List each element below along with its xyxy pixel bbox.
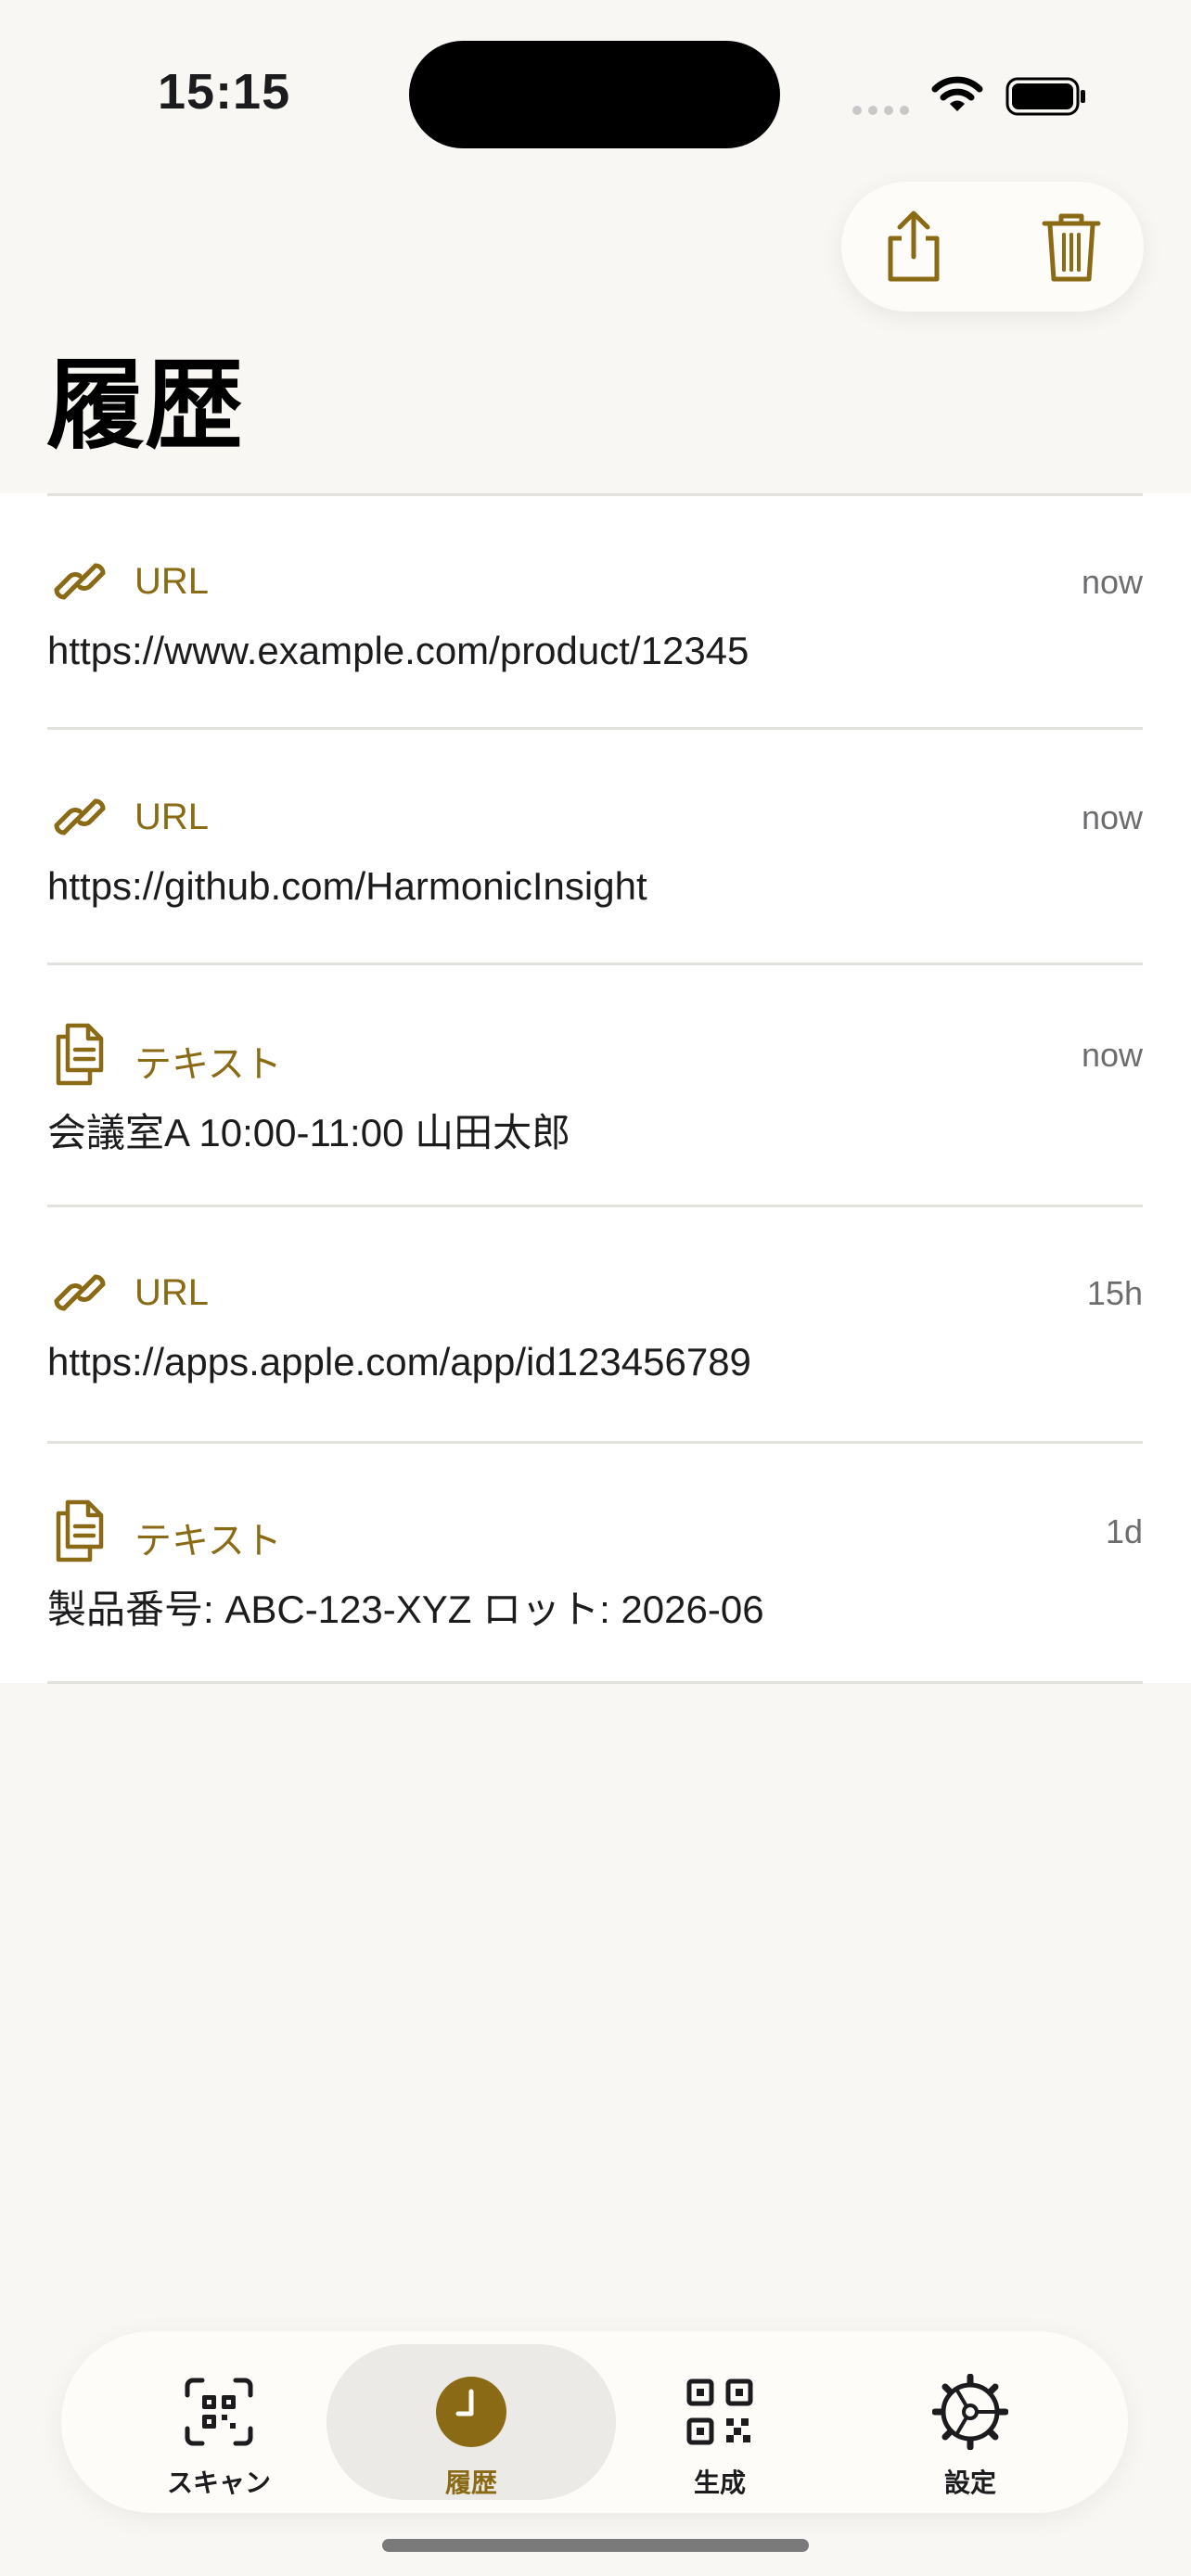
item-type-label: テキスト xyxy=(134,1521,282,1562)
history-item[interactable]: テキスト 1d 製品番号: ABC-123-XYZ ロット: 2026-06 xyxy=(0,1498,1191,1674)
tab-label: 履歴 xyxy=(444,2468,497,2497)
wifi-icon xyxy=(931,76,983,120)
document-icon xyxy=(46,1498,113,1564)
item-content: https://apps.apple.com/app/id123456789 xyxy=(47,1340,751,1384)
nav-toolbar xyxy=(841,182,1144,312)
divider xyxy=(47,1441,1143,1444)
divider xyxy=(47,963,1143,965)
history-item[interactable]: URL 15h https://apps.apple.com/app/id123… xyxy=(0,1259,1191,1435)
history-list: URL now https://www.example.com/product/… xyxy=(0,493,1191,1684)
divider xyxy=(47,1681,1143,1684)
link-icon xyxy=(46,784,113,850)
cellular-signal-icon xyxy=(852,103,916,120)
clock-icon xyxy=(431,2372,511,2452)
document-icon xyxy=(46,1021,113,1088)
divider xyxy=(47,727,1143,730)
item-content: 製品番号: ABC-123-XYZ ロット: 2026-06 xyxy=(47,1588,764,1631)
tab-settings[interactable]: 設定 xyxy=(850,2344,1091,2500)
divider xyxy=(47,493,1143,496)
item-type-label: URL xyxy=(134,561,210,602)
dynamic-island xyxy=(409,41,780,148)
item-timestamp: now xyxy=(1081,563,1143,601)
history-item[interactable]: テキスト now 会議室A 10:00-11:00 山田太郎 xyxy=(0,1021,1191,1197)
item-timestamp: now xyxy=(1081,1036,1143,1074)
item-type-label: テキスト xyxy=(134,1044,282,1085)
delete-all-button[interactable] xyxy=(1025,200,1118,293)
battery-icon xyxy=(1005,76,1089,121)
qr-code-icon xyxy=(680,2372,760,2452)
gear-icon xyxy=(930,2372,1010,2452)
item-content: 会議室A 10:00-11:00 山田太郎 xyxy=(47,1111,571,1154)
page-title: 履歴 xyxy=(46,351,243,461)
tab-label: 設定 xyxy=(943,2468,996,2497)
item-timestamp: now xyxy=(1081,798,1143,836)
trash-icon xyxy=(1042,213,1101,282)
history-item[interactable]: URL now https://www.example.com/product/… xyxy=(0,548,1191,724)
item-timestamp: 1d xyxy=(1105,1512,1143,1550)
tab-label: スキャン xyxy=(166,2468,271,2497)
item-timestamp: 15h xyxy=(1086,1274,1143,1312)
tab-generate[interactable]: 生成 xyxy=(599,2344,840,2500)
share-button[interactable] xyxy=(867,200,960,293)
home-indicator[interactable] xyxy=(382,2539,809,2552)
qr-scan-icon xyxy=(179,2372,259,2452)
link-icon xyxy=(46,548,113,615)
item-type-label: URL xyxy=(134,1272,210,1313)
item-content: https://www.example.com/product/12345 xyxy=(47,629,749,672)
tab-history[interactable]: 履歴 xyxy=(327,2344,616,2500)
tab-scan[interactable]: スキャン xyxy=(98,2344,339,2500)
item-content: https://github.com/HarmonicInsight xyxy=(47,864,647,908)
status-time: 15:15 xyxy=(158,64,291,120)
link-icon xyxy=(46,1259,113,1326)
item-type-label: URL xyxy=(134,797,210,837)
share-icon xyxy=(888,210,940,282)
tab-bar: スキャン 履歴 生成 設定 xyxy=(61,2331,1128,2513)
history-item[interactable]: URL now https://github.com/HarmonicInsig… xyxy=(0,784,1191,960)
divider xyxy=(47,1205,1143,1207)
tab-label: 生成 xyxy=(693,2468,746,2497)
